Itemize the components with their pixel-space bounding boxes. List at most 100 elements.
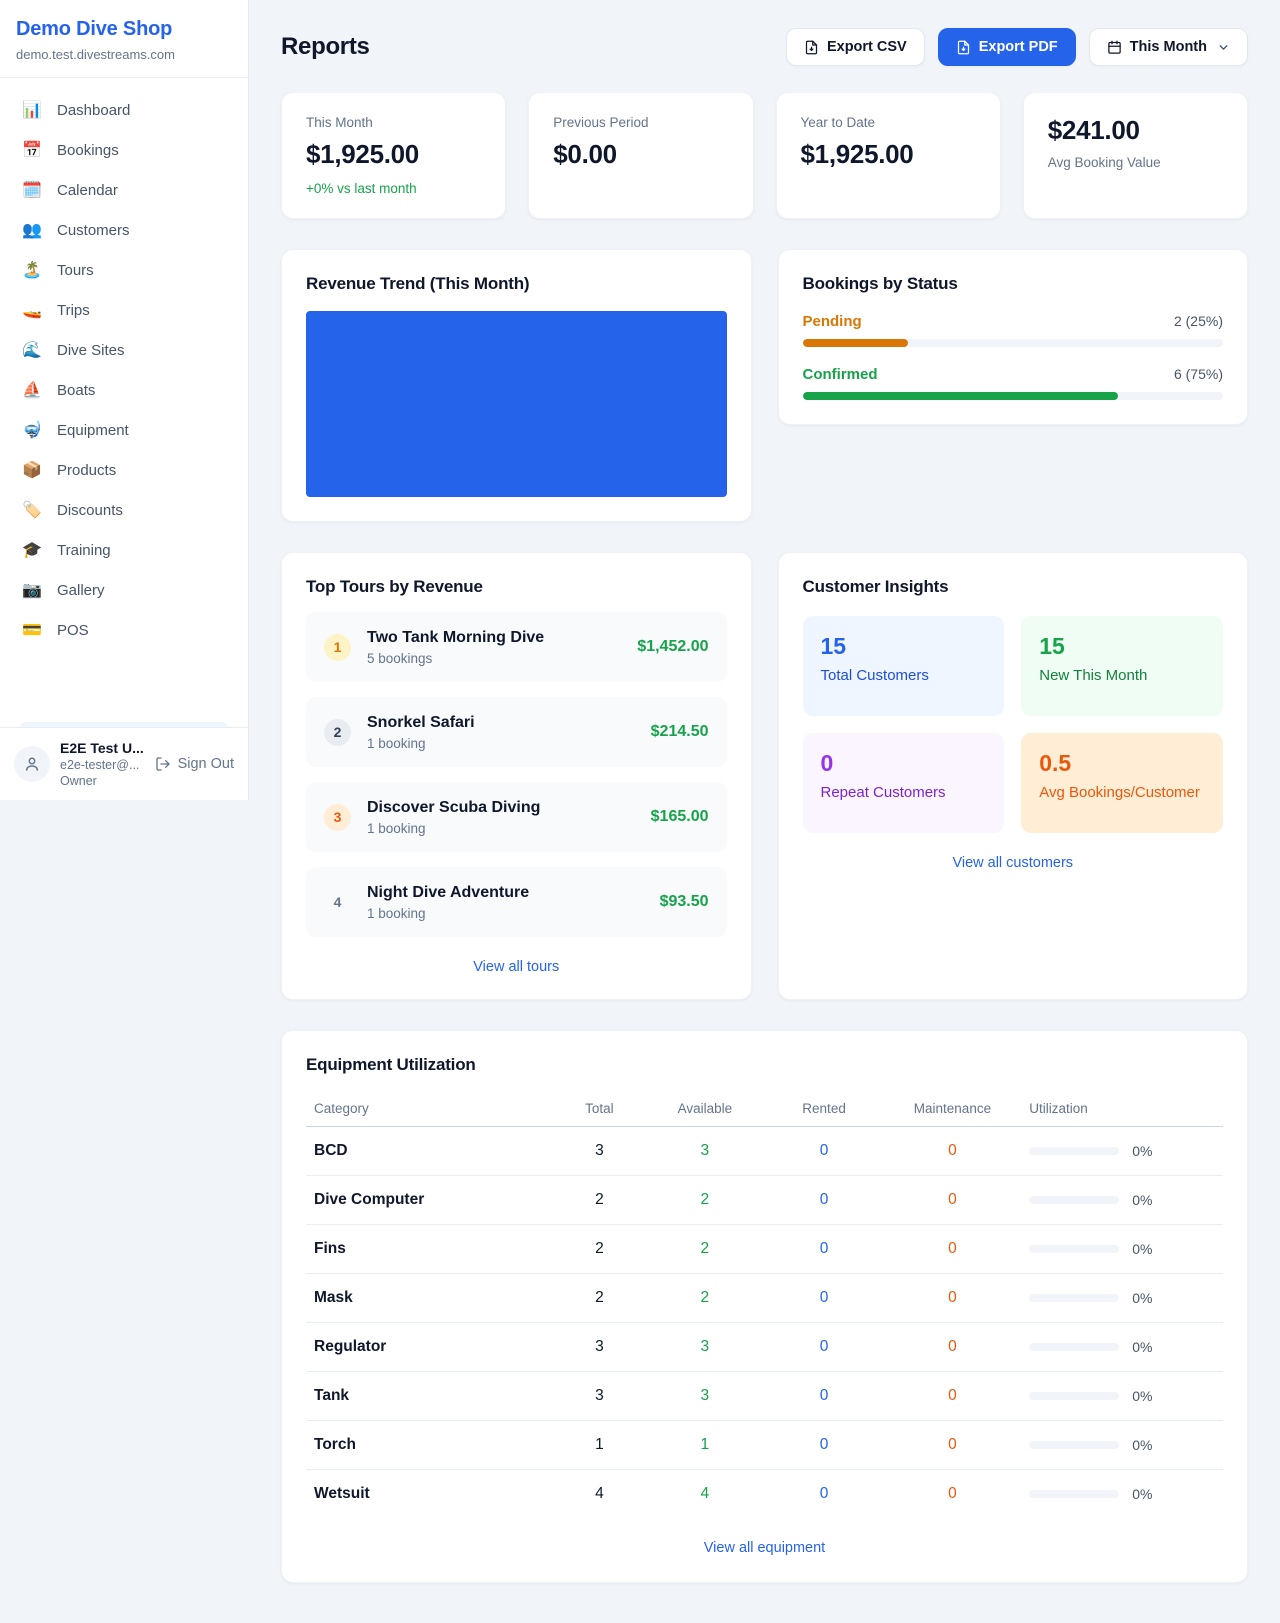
table-row: Torch 1 1 0 0 0% xyxy=(306,1421,1223,1470)
export-pdf-button[interactable]: Export PDF xyxy=(938,28,1076,66)
table-row: Wetsuit 4 4 0 0 0% xyxy=(306,1470,1223,1519)
period-dropdown[interactable]: This Month xyxy=(1089,28,1248,66)
sidebar-item-gallery[interactable]: 📷Gallery xyxy=(10,570,238,610)
cell-available: 2 xyxy=(645,1225,764,1274)
utilization-percent: 0% xyxy=(1132,1143,1152,1159)
cell-available: 3 xyxy=(645,1372,764,1421)
stat-card-avg-booking-value: $241.00 Avg Booking Value xyxy=(1023,92,1248,219)
diving-mask-icon: 🤿 xyxy=(22,420,42,440)
sidebar-item-label: POS xyxy=(57,622,89,639)
user-footer: E2E Test U... e2e-tester@... Owner Sign … xyxy=(0,727,248,800)
sidebar-item-training[interactable]: 🎓Training xyxy=(10,530,238,570)
sidebar-item-label: Bookings xyxy=(57,142,119,159)
view-all-equipment-link[interactable]: View all equipment xyxy=(306,1540,1223,1556)
sidebar-item-dashboard[interactable]: 📊Dashboard xyxy=(10,90,238,130)
cell-available: 1 xyxy=(645,1421,764,1470)
utilization-bar xyxy=(1029,1343,1119,1351)
package-icon: 📦 xyxy=(22,460,42,480)
tile-value: 0.5 xyxy=(1039,750,1205,777)
tour-bookings: 1 booking xyxy=(367,736,475,751)
insight-tile-repeat-customers: 0 Repeat Customers xyxy=(803,733,1005,833)
tour-row[interactable]: 3 Discover Scuba Diving 1 booking $165.0… xyxy=(306,782,727,852)
sidebar-item-calendar[interactable]: 🗓️Calendar xyxy=(10,170,238,210)
cell-total: 3 xyxy=(554,1372,646,1421)
stat-label: Avg Booking Value xyxy=(1048,155,1223,170)
table-row: Fins 2 2 0 0 0% xyxy=(306,1225,1223,1274)
stat-card-this-month: This Month $1,925.00 +0% vs last month xyxy=(281,92,506,219)
sidebar-item-dive-sites[interactable]: 🌊Dive Sites xyxy=(10,330,238,370)
sidebar-item-equipment[interactable]: 🤿Equipment xyxy=(10,410,238,450)
tour-row[interactable]: 4 Night Dive Adventure 1 booking $93.50 xyxy=(306,867,727,937)
tour-row[interactable]: 2 Snorkel Safari 1 booking $214.50 xyxy=(306,697,727,767)
status-label: Confirmed xyxy=(803,366,878,383)
avatar xyxy=(14,746,50,782)
file-download-icon xyxy=(956,40,971,55)
sidebar-item-pos[interactable]: 💳POS xyxy=(10,610,238,650)
tour-row[interactable]: 1 Two Tank Morning Dive 5 bookings $1,45… xyxy=(306,612,727,682)
stat-label: This Month xyxy=(306,115,481,130)
table-header-row: Category Total Available Rented Maintena… xyxy=(306,1091,1223,1127)
rank-badge: 1 xyxy=(324,634,351,661)
sidebar-item-customers[interactable]: 👥Customers xyxy=(10,210,238,250)
sidebar-item-boats[interactable]: ⛵Boats xyxy=(10,370,238,410)
utilization-percent: 0% xyxy=(1132,1388,1152,1404)
sign-out-button[interactable]: Sign Out xyxy=(155,756,234,772)
graduation-cap-icon: 🎓 xyxy=(22,540,42,560)
sidebar: Demo Dive Shop demo.test.divestreams.com… xyxy=(0,0,249,800)
tour-name: Discover Scuba Diving xyxy=(367,799,540,817)
equipment-table: Category Total Available Rented Maintena… xyxy=(306,1091,1223,1518)
view-all-tours-link[interactable]: View all tours xyxy=(306,959,727,975)
revenue-trend-card: Revenue Trend (This Month) xyxy=(281,249,752,522)
table-row: Mask 2 2 0 0 0% xyxy=(306,1274,1223,1323)
stat-card-previous-period: Previous Period $0.00 xyxy=(528,92,753,219)
utilization-percent: 0% xyxy=(1132,1486,1152,1502)
sailboat-icon: ⛵ xyxy=(22,380,42,400)
calendar-date-icon: 📅 xyxy=(22,140,42,160)
cell-total: 4 xyxy=(554,1470,646,1519)
cell-maintenance: 0 xyxy=(884,1323,1022,1372)
tour-bookings: 5 bookings xyxy=(367,651,544,666)
tour-revenue: $165.00 xyxy=(651,808,709,826)
sidebar-item-products[interactable]: 📦Products xyxy=(10,450,238,490)
stat-value: $1,925.00 xyxy=(306,139,481,170)
cell-available: 3 xyxy=(645,1127,764,1176)
column-header-category: Category xyxy=(306,1091,554,1127)
tile-value: 0 xyxy=(821,750,987,777)
tour-revenue: $93.50 xyxy=(660,893,709,911)
cell-available: 2 xyxy=(645,1274,764,1323)
utilization-percent: 0% xyxy=(1132,1192,1152,1208)
calendar-icon xyxy=(1107,40,1122,55)
status-row-pending: Pending 2 (25%) xyxy=(803,313,1224,347)
sign-out-label: Sign Out xyxy=(178,756,234,772)
customer-insights-card: Customer Insights 15 Total Customers 15 … xyxy=(778,552,1249,1000)
sidebar-item-discounts[interactable]: 🏷️Discounts xyxy=(10,490,238,530)
progress-track xyxy=(803,392,1224,400)
tour-revenue: $1,452.00 xyxy=(637,638,708,656)
top-tours-title: Top Tours by Revenue xyxy=(306,577,727,597)
header-actions: Export CSV Export PDF This Month xyxy=(786,28,1248,66)
table-row: Dive Computer 2 2 0 0 0% xyxy=(306,1176,1223,1225)
view-all-customers-link[interactable]: View all customers xyxy=(803,855,1224,871)
stat-card-year-to-date: Year to Date $1,925.00 xyxy=(776,92,1001,219)
stat-value: $0.00 xyxy=(553,139,728,170)
utilization-percent: 0% xyxy=(1132,1241,1152,1257)
sidebar-item-tours[interactable]: 🏝️Tours xyxy=(10,250,238,290)
stat-label: Previous Period xyxy=(553,115,728,130)
export-csv-button[interactable]: Export CSV xyxy=(786,28,925,66)
sidebar-item-label: Dive Sites xyxy=(57,342,125,359)
export-csv-label: Export CSV xyxy=(827,39,907,55)
tour-revenue: $214.50 xyxy=(651,723,709,741)
user-role: Owner xyxy=(60,774,144,788)
sidebar-item-trips[interactable]: 🚤Trips xyxy=(10,290,238,330)
cell-available: 4 xyxy=(645,1470,764,1519)
cell-category: Regulator xyxy=(306,1323,554,1372)
sidebar-nav: 📊Dashboard 📅 Bookings 🗓️Calendar 👥Custome… xyxy=(0,78,248,727)
tile-value: 15 xyxy=(1039,633,1205,660)
cell-maintenance: 0 xyxy=(884,1421,1022,1470)
sidebar-item-bookings[interactable]: 📅 Bookings xyxy=(10,130,238,170)
tour-bookings: 1 booking xyxy=(367,906,529,921)
utilization-percent: 0% xyxy=(1132,1437,1152,1453)
page-header: Reports Export CSV Export PDF This Month xyxy=(281,28,1248,66)
stat-value: $1,925.00 xyxy=(801,139,976,170)
utilization-percent: 0% xyxy=(1132,1290,1152,1306)
